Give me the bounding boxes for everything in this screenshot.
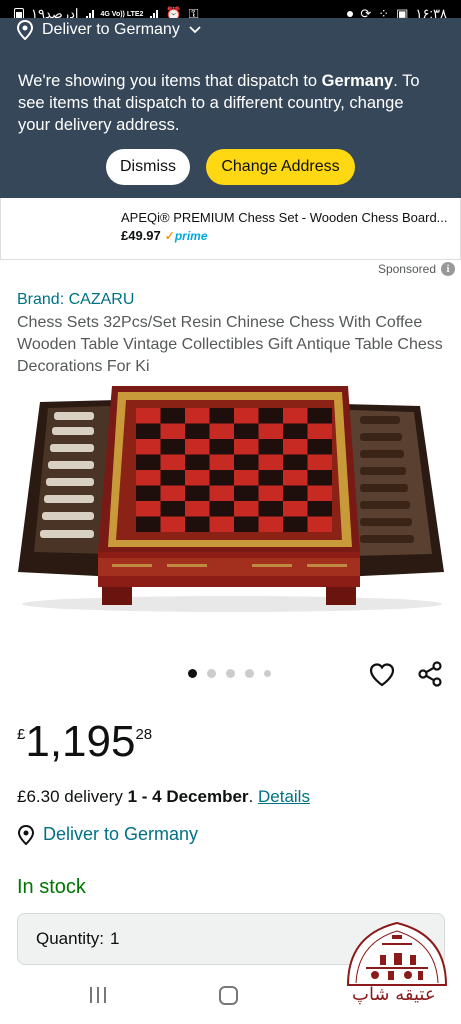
banner-message-text: We're showing you items that dispatch to <box>18 72 322 90</box>
network-label: 4G Vo)) LTE2 <box>100 10 144 18</box>
ad-price: £49.97 <box>121 228 161 243</box>
delivery-banner: Deliver to Germany We're showing you ite… <box>0 18 461 198</box>
location-pin-icon <box>16 20 34 40</box>
prime-badge: ✓prime <box>165 229 208 243</box>
stock-status: In stock <box>17 876 86 898</box>
home-icon[interactable] <box>219 986 238 1005</box>
brand-link[interactable]: Brand: CAZARU <box>17 291 134 309</box>
carousel-dot[interactable] <box>188 669 197 678</box>
carousel-dot[interactable] <box>245 669 254 678</box>
banner-message: We're showing you items that dispatch to… <box>18 70 438 136</box>
product-image[interactable] <box>12 382 450 612</box>
delivery-info: £6.30 delivery 1 - 4 December. Details <box>17 787 310 807</box>
carousel-dot[interactable] <box>226 669 235 678</box>
prime-label: prime <box>174 228 208 243</box>
notification-dot-icon <box>347 11 354 17</box>
deliver-to-label: Deliver to Germany <box>43 824 199 844</box>
price: £ 1,195 28 <box>17 720 152 764</box>
price-whole: 1,195 <box>25 717 136 766</box>
ad-title[interactable]: APEQi® PREMIUM Chess Set - Wooden Chess … <box>121 210 451 225</box>
heart-icon[interactable] <box>368 661 396 689</box>
recent-apps-icon[interactable] <box>90 987 106 1003</box>
chevron-down-icon <box>189 26 201 34</box>
deliver-to-header-label: Deliver to Germany <box>42 21 180 38</box>
sponsored-ad[interactable]: APEQi® PREMIUM Chess Set - Wooden Chess … <box>0 198 461 260</box>
details-link[interactable]: Details <box>258 787 310 806</box>
share-icon[interactable] <box>416 660 444 688</box>
deliver-to-link[interactable]: Deliver to Germany <box>17 824 198 845</box>
ad-price-row: £49.97 ✓prime <box>121 228 208 243</box>
change-address-button[interactable]: Change Address <box>206 149 355 185</box>
banner-country: Germany <box>321 72 394 90</box>
price-currency: £ <box>17 726 26 743</box>
prime-check-icon: ✓ <box>164 228 175 243</box>
delivery-period: . <box>248 787 258 806</box>
quantity-label: Quantity: <box>36 929 105 948</box>
sponsored-label[interactable]: Sponsored i <box>378 262 455 276</box>
sponsored-text: Sponsored <box>377 262 436 276</box>
quantity-value: 1 <box>110 929 120 948</box>
watermark-text: عتیقه شاپ <box>352 984 436 1005</box>
dismiss-button[interactable]: Dismiss <box>106 149 190 185</box>
deliver-to-header[interactable]: Deliver to Germany <box>16 20 202 40</box>
delivery-dates: 1 - 4 December <box>127 787 249 806</box>
price-fraction: 28 <box>135 726 153 743</box>
product-title: Chess Sets 32Pcs/Set Resin Chinese Chess… <box>17 314 443 375</box>
carousel-dot[interactable] <box>264 670 271 677</box>
delivery-cost: £6.30 delivery <box>17 787 128 806</box>
location-pin-icon <box>17 824 35 845</box>
carousel-dot[interactable] <box>207 669 216 678</box>
info-icon[interactable]: i <box>441 262 455 276</box>
image-carousel-dots[interactable] <box>188 669 271 678</box>
